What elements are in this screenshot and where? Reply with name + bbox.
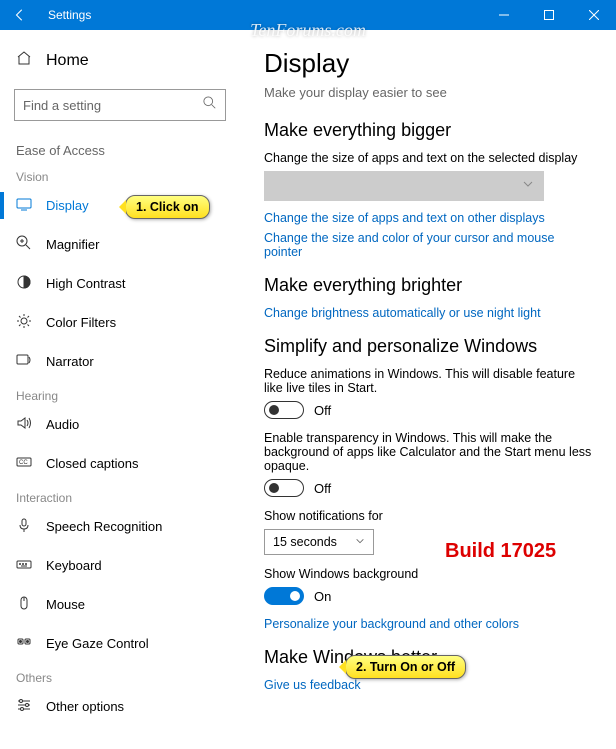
section-interaction: Interaction bbox=[0, 483, 240, 507]
nav-audio[interactable]: Audio bbox=[0, 405, 240, 444]
link-cursor-pointer[interactable]: Change the size and color of your cursor… bbox=[264, 231, 592, 259]
mic-icon bbox=[16, 517, 32, 536]
contrast-icon bbox=[16, 274, 32, 293]
toggle-transparency[interactable] bbox=[264, 479, 304, 497]
main-panel: Display Make your display easier to see … bbox=[240, 30, 616, 749]
section-others: Others bbox=[0, 663, 240, 687]
eye-icon bbox=[16, 634, 32, 653]
nav-magnifier[interactable]: Magnifier bbox=[0, 225, 240, 264]
heading-brighter: Make everything brighter bbox=[264, 275, 592, 296]
notif-label: Show notifications for bbox=[264, 509, 592, 523]
heading-simplify: Simplify and personalize Windows bbox=[264, 336, 592, 357]
nav-label: High Contrast bbox=[46, 276, 125, 291]
mouse-icon bbox=[16, 595, 32, 614]
keyboard-icon bbox=[16, 556, 32, 575]
maximize-button[interactable] bbox=[526, 0, 571, 30]
close-button[interactable] bbox=[571, 0, 616, 30]
nav-label: Closed captions bbox=[46, 456, 139, 471]
link-feedback[interactable]: Give us feedback bbox=[264, 678, 592, 692]
options-icon bbox=[16, 697, 32, 716]
captions-icon: CC bbox=[16, 454, 32, 473]
link-other-displays[interactable]: Change the size of apps and text on othe… bbox=[264, 211, 592, 225]
toggle-animations[interactable] bbox=[264, 401, 304, 419]
page-subtitle: Make your display easier to see bbox=[264, 85, 592, 100]
trans-desc: Enable transparency in Windows. This wil… bbox=[264, 431, 592, 473]
chevron-down-icon bbox=[355, 535, 365, 549]
display-icon bbox=[16, 196, 32, 215]
nav-keyboard[interactable]: Keyboard bbox=[0, 546, 240, 585]
select-value: 15 seconds bbox=[273, 535, 337, 549]
svg-text:CC: CC bbox=[19, 460, 28, 466]
nav-label: Other options bbox=[46, 699, 124, 714]
link-brightness[interactable]: Change brightness automatically or use n… bbox=[264, 306, 592, 320]
titlebar: Settings bbox=[0, 0, 616, 30]
nav-eye-gaze[interactable]: Eye Gaze Control bbox=[0, 624, 240, 663]
nav-other-options[interactable]: Other options bbox=[0, 687, 240, 726]
nav-mouse[interactable]: Mouse bbox=[0, 585, 240, 624]
audio-icon bbox=[16, 415, 32, 434]
toggle-transparency-state: Off bbox=[314, 481, 331, 496]
nav-label: Audio bbox=[46, 417, 79, 432]
nav-narrator[interactable]: Narrator bbox=[0, 342, 240, 381]
section-hearing: Hearing bbox=[0, 381, 240, 405]
toggle-background-state: On bbox=[314, 589, 331, 604]
minimize-button[interactable] bbox=[481, 0, 526, 30]
color-filters-icon bbox=[16, 313, 32, 332]
group-label: Ease of Access bbox=[0, 131, 240, 162]
build-label: Build 17025 bbox=[445, 540, 556, 563]
nav-label: Speech Recognition bbox=[46, 519, 162, 534]
nav-closed-captions[interactable]: CC Closed captions bbox=[0, 444, 240, 483]
nav-label: Display bbox=[46, 198, 89, 213]
nav-color-filters[interactable]: Color Filters bbox=[0, 303, 240, 342]
page-title: Display bbox=[264, 48, 592, 79]
heading-bigger: Make everything bigger bbox=[264, 120, 592, 141]
nav-label: Keyboard bbox=[46, 558, 102, 573]
nav-label: Mouse bbox=[46, 597, 85, 612]
toggle-animations-state: Off bbox=[314, 403, 331, 418]
bg-label: Show Windows background bbox=[264, 567, 592, 581]
narrator-icon bbox=[16, 352, 32, 371]
home-nav[interactable]: Home bbox=[0, 42, 240, 79]
link-personalize[interactable]: Personalize your background and other co… bbox=[264, 617, 592, 631]
nav-label: Magnifier bbox=[46, 237, 99, 252]
magnifier-icon bbox=[16, 235, 32, 254]
nav-label: Narrator bbox=[46, 354, 94, 369]
anim-desc: Reduce animations in Windows. This will … bbox=[264, 367, 592, 395]
nav-speech[interactable]: Speech Recognition bbox=[0, 507, 240, 546]
home-label: Home bbox=[46, 52, 89, 70]
search-placeholder: Find a setting bbox=[23, 98, 101, 113]
bigger-desc: Change the size of apps and text on the … bbox=[264, 151, 592, 165]
sidebar: Home Find a setting Ease of Access Visio… bbox=[0, 30, 240, 749]
nav-high-contrast[interactable]: High Contrast bbox=[0, 264, 240, 303]
search-input[interactable]: Find a setting bbox=[14, 89, 226, 121]
notification-duration-select[interactable]: 15 seconds bbox=[264, 529, 374, 555]
chevron-down-icon bbox=[522, 177, 534, 195]
toggle-background[interactable] bbox=[264, 587, 304, 605]
callout-1: 1. Click on bbox=[125, 195, 210, 219]
back-button[interactable] bbox=[0, 0, 40, 30]
home-icon bbox=[16, 50, 32, 71]
nav-label: Color Filters bbox=[46, 315, 116, 330]
search-icon bbox=[203, 96, 217, 115]
window-title: Settings bbox=[40, 8, 481, 22]
callout-2: 2. Turn On or Off bbox=[345, 655, 466, 679]
size-dropdown[interactable] bbox=[264, 171, 544, 201]
nav-label: Eye Gaze Control bbox=[46, 636, 149, 651]
section-vision: Vision bbox=[0, 162, 240, 186]
